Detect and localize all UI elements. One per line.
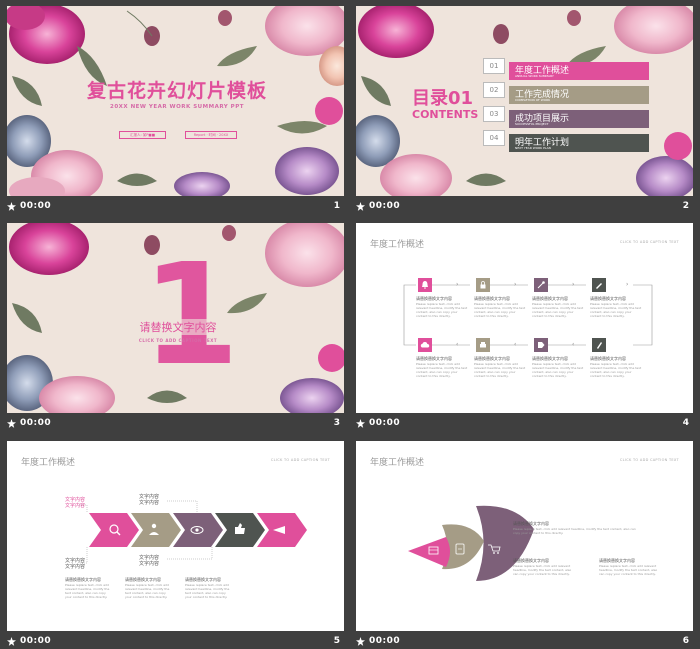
step-6-printer-icon (476, 338, 490, 352)
toc-number-4: 04 (483, 130, 505, 146)
slide-2-heading-en: CONTENTS (412, 108, 479, 121)
label-bottom-left-2: 文字内容 (65, 564, 86, 570)
toc-item-3-sub: SUCCESSFUL PROJECT (515, 122, 549, 126)
toc-item-3[interactable]: 成功项目展示 SUCCESSFUL PROJECT (509, 110, 649, 128)
arrow-icon: › (514, 281, 517, 288)
slide-1-title: 复古花卉幻灯片模板 (86, 80, 267, 102)
slide-2-heading: 目录01 (412, 88, 474, 109)
toc-number-3: 03 (483, 106, 505, 122)
col-3-text: Please replace text, click add relevant … (185, 583, 230, 599)
label-bottom-mid-2: 文字内容 (139, 561, 160, 567)
slide-3-title: 请替换文字内容 (123, 319, 233, 335)
slide-2-time: 00:00 (369, 201, 401, 211)
slide-4-number: 4 (682, 418, 689, 428)
slide-5-time: 00:00 (20, 636, 52, 646)
slide-6-number: 6 (682, 636, 689, 646)
arrow-icon: ‹ (572, 341, 575, 348)
toc-item-2[interactable]: 工作完成情况 COMPLETION OF WORK (509, 86, 649, 104)
step-2-lock-icon (476, 278, 490, 292)
slide-4-meta: 00:00 4 (356, 416, 693, 434)
transition-star-icon (7, 637, 16, 646)
toc-item-1-sub: ANNUAL WORK SUMMARY (515, 74, 554, 78)
funnel-text-2-body: Please replace text, click add relevant … (513, 564, 572, 576)
arrow-icon: › (626, 281, 629, 288)
slide-3-big-number: 1 (142, 234, 240, 397)
slide-1-number: 1 (333, 201, 340, 211)
toc-item-4[interactable]: 明年工作计划 NEXT YEAR WORK PLAN (509, 134, 649, 152)
arrow-icon: ‹ (514, 341, 517, 348)
step-5-text: Please replace text, click add relevant … (416, 362, 468, 378)
step-2-text: Please replace text, click add relevant … (474, 302, 526, 318)
slide-5-number: 5 (333, 636, 340, 646)
transition-star-icon (356, 202, 365, 211)
label-top-left-2: 文字内容 (65, 503, 86, 509)
slide-3-number: 3 (333, 418, 340, 428)
slide-1-meta: 00:00 1 (7, 199, 344, 217)
step-3-text: Please replace text, click add relevant … (532, 302, 584, 318)
slide-1-presenter-box: 汇报人: 某P■■ (119, 131, 166, 139)
slide-2-canvas: 目录01 CONTENTS 01 年度工作概述 ANNUAL WORK SUMM… (356, 6, 693, 196)
step-4-pen-icon (592, 278, 606, 292)
label-top-mid-2: 文字内容 (139, 500, 160, 506)
slide-2-meta: 00:00 2 (356, 199, 693, 217)
slide-3-caption: CLICK TO ADD CAPTION TEXT (138, 338, 218, 343)
funnel-text-3-body: Please replace text, click add relevant … (599, 564, 658, 576)
step-8-pencil-icon (592, 338, 606, 352)
slide-1-canvas: 复古花卉幻灯片模板 20XX NEW YEAR WORK SUMMARY PPT… (7, 6, 344, 196)
transition-star-icon (7, 202, 16, 211)
slide-3-canvas: 1 请替换文字内容 CLICK TO ADD CAPTION TEXT (7, 223, 344, 413)
toc-number-2: 02 (483, 82, 505, 98)
arrow-icon: ‹ (456, 341, 459, 348)
slide-5-canvas: 年度工作概述 CLICK TO ADD CAPTION TEXT 文字内容 文字… (7, 441, 344, 631)
transition-star-icon (356, 419, 365, 428)
step-8-text: Please replace text, click add relevant … (590, 362, 642, 378)
slide-4-canvas: 年度工作概述 CLICK TO ADD CAPTION TEXT › › › ›… (356, 223, 693, 413)
step-1-text: Please replace text, click add relevant … (416, 302, 468, 318)
toc-number-1: 01 (483, 58, 505, 74)
step-6-text: Please replace text, click add relevant … (474, 362, 526, 378)
slide-1-subtitle: 20XX NEW YEAR WORK SUMMARY PPT (110, 104, 244, 110)
arrow-icon: › (456, 281, 459, 288)
slide-6-time: 00:00 (369, 636, 401, 646)
arrow-icon: › (572, 281, 575, 288)
step-4-text: Please replace text, click add relevant … (590, 302, 642, 318)
funnel-text-1-body: Please replace text, click add relevant … (513, 527, 636, 535)
col-1-text: Please replace text, click add relevant … (65, 583, 110, 599)
transition-star-icon (356, 637, 365, 646)
slide-2-number: 2 (682, 201, 689, 211)
toc-item-1[interactable]: 年度工作概述 ANNUAL WORK SUMMARY (509, 62, 649, 80)
transition-star-icon (7, 419, 16, 428)
slide-1-time: 00:00 (20, 201, 52, 211)
step-3-key-icon (534, 278, 548, 292)
slide-1-date-box: Report · 时间 · 20XX (185, 131, 237, 139)
slide-5-meta: 00:00 5 (7, 634, 344, 649)
slide-3-meta: 00:00 3 (7, 416, 344, 434)
col-2-text: Please replace text, click add relevant … (125, 583, 170, 599)
step-1-bell-icon (418, 278, 432, 292)
process-connector-lines (403, 284, 653, 346)
funnel-diagram (408, 505, 534, 581)
toc-item-2-sub: COMPLETION OF WORK (515, 98, 551, 102)
slide-4-time: 00:00 (369, 418, 401, 428)
step-5-cloud-icon (418, 338, 432, 352)
slide-6-canvas: 年度工作概述 CLICK TO ADD CAPTION TEXT 请替换替换文字… (356, 441, 693, 631)
toc-item-4-sub: NEXT YEAR WORK PLAN (515, 146, 551, 150)
step-7-text: Please replace text, click add relevant … (532, 362, 584, 378)
arrow-chain-diagram (79, 500, 307, 564)
slide-3-time: 00:00 (20, 418, 52, 428)
slide-6-meta: 00:00 6 (356, 634, 693, 649)
step-7-tag-icon (534, 338, 548, 352)
